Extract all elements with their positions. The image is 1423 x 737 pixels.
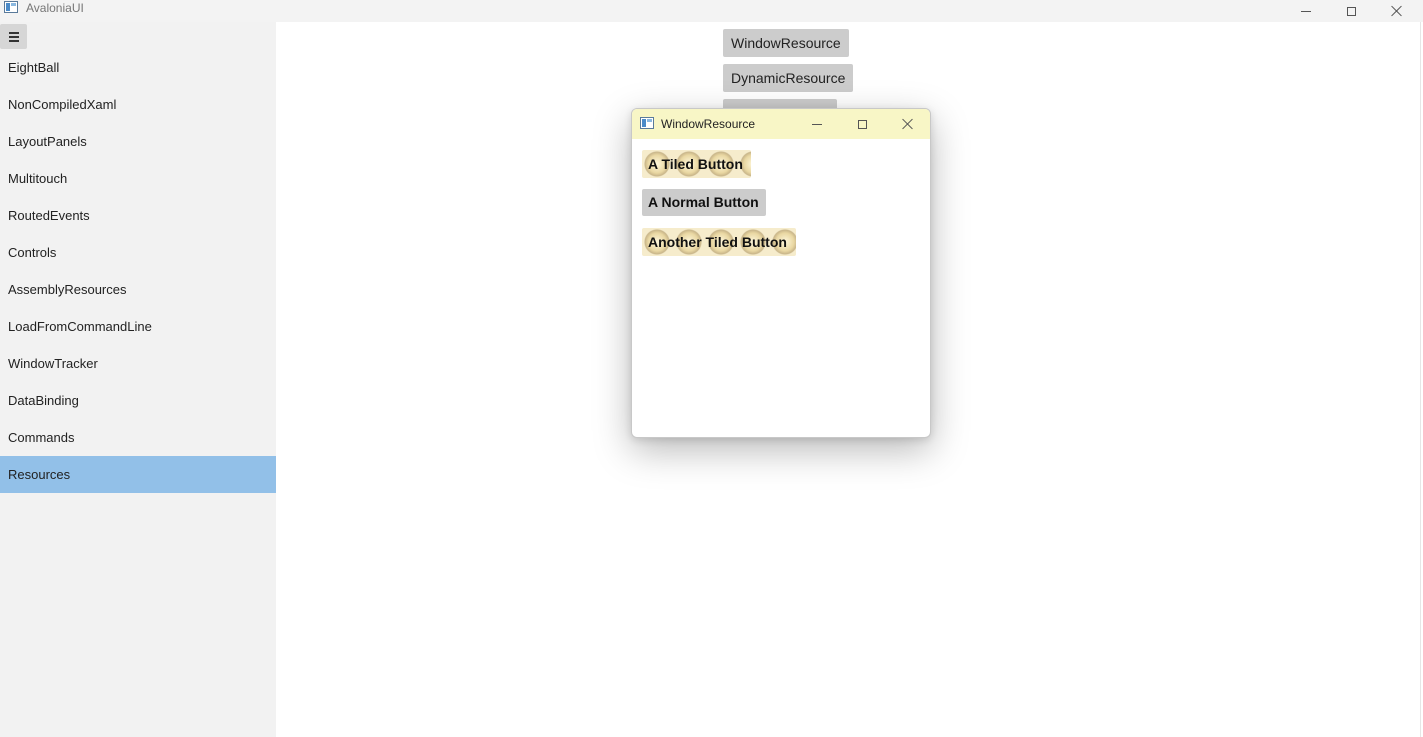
- dynamic-resource-button[interactable]: DynamicResource: [723, 64, 854, 92]
- window-resource-button[interactable]: WindowResource: [723, 29, 849, 57]
- popup-title: WindowResource: [661, 117, 756, 131]
- sidebar-item-databinding[interactable]: DataBinding: [0, 382, 276, 419]
- minimize-icon: [812, 123, 822, 125]
- hamburger-menu-button[interactable]: [0, 24, 27, 49]
- popup-title-bar[interactable]: WindowResource: [632, 109, 930, 139]
- main-title-bar: AvaloniaUI: [0, 0, 1423, 22]
- maximize-icon: [1346, 6, 1356, 16]
- app-title: AvaloniaUI: [26, 1, 84, 15]
- app-window-icon: [4, 1, 18, 13]
- popup-maximize-button[interactable]: [842, 109, 882, 139]
- sidebar-item-loadfromcommandline[interactable]: LoadFromCommandLine: [0, 308, 276, 345]
- tiled-button[interactable]: A Tiled Button: [642, 150, 751, 178]
- sidebar-item-multitouch[interactable]: Multitouch: [0, 160, 276, 197]
- close-icon: [1391, 5, 1403, 17]
- sidebar-nav-list: EightBall NonCompiledXaml LayoutPanels M…: [0, 49, 276, 493]
- sidebar-item-commands[interactable]: Commands: [0, 419, 276, 456]
- another-tiled-button[interactable]: Another Tiled Button: [642, 228, 796, 256]
- sidebar: EightBall NonCompiledXaml LayoutPanels M…: [0, 22, 276, 737]
- minimize-button[interactable]: [1283, 0, 1329, 22]
- sidebar-item-routedevents[interactable]: RoutedEvents: [0, 197, 276, 234]
- right-edge-divider: [1420, 22, 1421, 737]
- maximize-button[interactable]: [1328, 0, 1374, 22]
- sidebar-item-assemblyresources[interactable]: AssemblyResources: [0, 271, 276, 308]
- popup-minimize-button[interactable]: [797, 109, 837, 139]
- maximize-icon: [857, 119, 867, 129]
- popup-close-button[interactable]: [888, 109, 928, 139]
- sidebar-item-resources[interactable]: Resources: [0, 456, 276, 493]
- sidebar-item-controls[interactable]: Controls: [0, 234, 276, 271]
- sidebar-item-noncompiledxaml[interactable]: NonCompiledXaml: [0, 86, 276, 123]
- close-icon: [902, 118, 914, 130]
- popup-window-icon: [640, 117, 654, 129]
- sidebar-item-windowtracker[interactable]: WindowTracker: [0, 345, 276, 382]
- minimize-icon: [1301, 10, 1311, 12]
- hamburger-icon: [8, 31, 19, 34]
- sidebar-item-layoutpanels[interactable]: LayoutPanels: [0, 123, 276, 160]
- sidebar-item-eightball[interactable]: EightBall: [0, 49, 276, 86]
- close-button[interactable]: [1374, 0, 1420, 22]
- normal-button[interactable]: A Normal Button: [642, 189, 766, 216]
- window-resource-popup: WindowResource A Tiled Button A Normal B…: [631, 108, 931, 438]
